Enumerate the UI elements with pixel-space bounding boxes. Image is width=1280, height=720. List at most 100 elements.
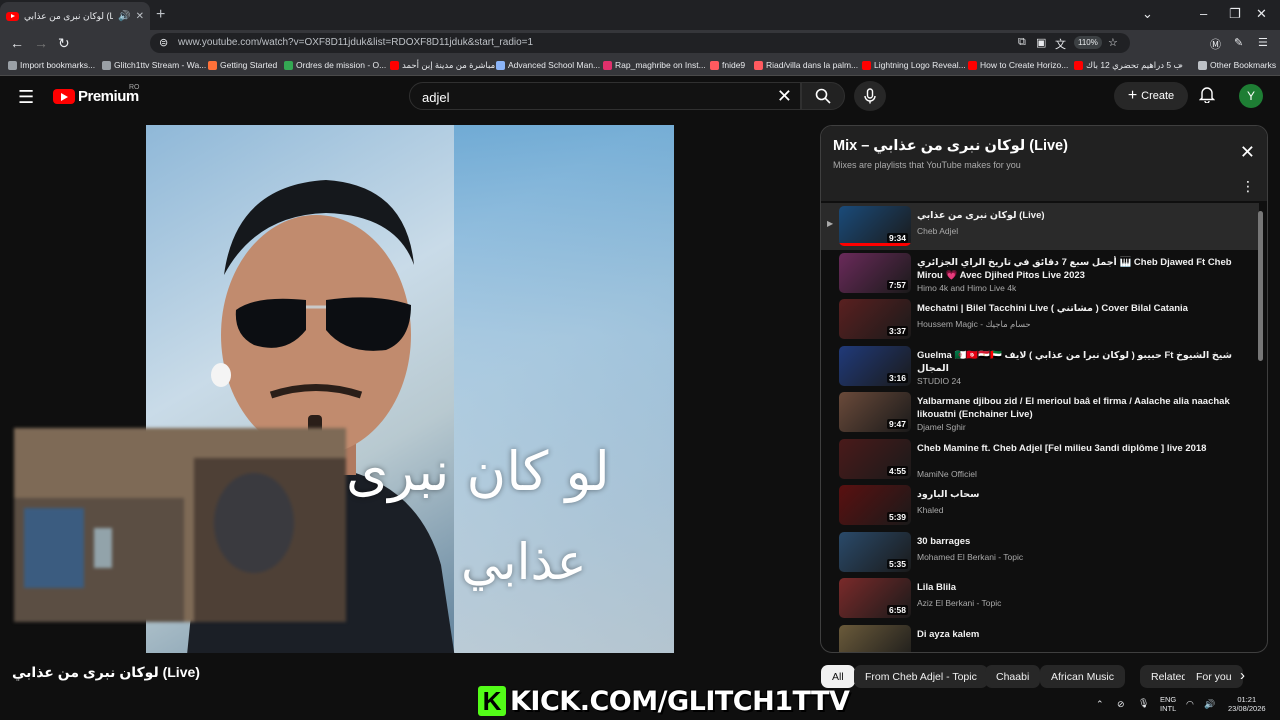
volume-icon[interactable]: 🔊 [1204,699,1215,710]
create-button[interactable]: + Create [1114,82,1188,110]
account-avatar[interactable]: Y [1239,84,1263,108]
youtube-logo-icon[interactable] [53,89,75,104]
chip-from-cheb-adjel[interactable]: From Cheb Adjel - Topic [854,665,988,688]
back-arrow-icon[interactable]: ← [10,35,24,51]
bookmark-ibn-ahmed[interactable]: مباشرة من مدينة إبن أحمد [390,60,495,71]
tab-close-icon[interactable]: ✕ [136,11,144,22]
install-app-icon[interactable]: ⧉ [1018,36,1026,49]
playlist-item-title[interactable]: Mechatni | Bilel Tacchini Live ( مشاتني … [917,302,1247,315]
playlist-item[interactable]: 4:55 Cheb Mamine ft. Cheb Adjel [Fel mili… [821,436,1259,483]
playlist-item[interactable]: 9:47 Yalbarmane djibou zid / El merioul b… [821,389,1259,436]
playlist-item-title[interactable]: أجمل سبع 7 دقائق في تاريخ الراي الجزائري… [917,256,1247,282]
close-icon[interactable]: ✕ [1240,142,1255,163]
search-icon [815,88,831,104]
minimize-icon[interactable]: – [1200,6,1207,21]
video-thumbnail[interactable]: 3:16 [839,345,911,386]
video-thumbnail[interactable]: 7:57 [839,252,911,293]
playlist-scrollbar[interactable] [1258,211,1263,361]
bookmark-bac-12[interactable]: ب 5 دراهيم تحضري 12 باك [1074,60,1182,71]
playlist-item[interactable]: 5:35 30 barrages Mohamed El Berkani - Topi… [821,529,1259,576]
playlist-item-title[interactable]: 30 barrages [917,535,1247,548]
bookmark-star-icon[interactable]: ☆ [1108,36,1118,49]
video-thumbnail[interactable] [839,624,911,652]
playlist-item[interactable]: 7:57 أجمل سبع 7 دقائق في تاريخ الراي الجز… [821,250,1259,297]
playlist-item-title[interactable]: سحاب البارود [917,488,1247,501]
bookmarks-overflow-icon[interactable]: » [1178,60,1183,70]
now-playing-icon: ▶ [827,219,834,228]
video-thumbnail[interactable]: 9:47 [839,392,911,432]
tab-search-chevron-icon[interactable]: ⌄ [1142,6,1153,22]
chip-african-music[interactable]: African Music [1040,665,1126,688]
voice-search-button[interactable] [854,81,886,111]
hamburger-menu-icon[interactable]: ☰ [18,87,34,108]
playlist-item-title[interactable]: Di ayza kalem [917,628,1247,641]
browser-tab-active[interactable]: لوكان نبرى من عذابي (Live) 🔊 ✕ [0,2,150,30]
bookmark-ordres-de-mission[interactable]: Ordres de mission - O... [284,60,386,70]
cast-icon[interactable]: ▣ [1036,36,1046,49]
youtube-favicon-icon [1074,61,1083,70]
playlist-item[interactable]: ▶ 9:34 لوكان نبرى من عذابي (Live) Cheb Adje… [821,203,1259,250]
video-thumbnail[interactable]: 4:55 [839,438,911,479]
zoom-indicator[interactable]: 110% [1074,36,1102,49]
reload-icon[interactable]: ↻ [58,35,70,52]
site-info-icon[interactable]: ⊜ [159,36,168,49]
tray-overflow-chevron-icon[interactable]: ⌃ [1096,699,1104,710]
translate-icon[interactable]: 文 [1055,36,1066,52]
bookmark-how-to-create[interactable]: How to Create Horizo... [968,60,1068,70]
clear-search-icon[interactable]: ✕ [777,86,792,107]
notifications-bell-icon[interactable] [1198,85,1216,108]
video-thumbnail[interactable]: 6:58 [839,578,911,618]
bookmark-advanced-school[interactable]: Advanced School Man... [496,60,600,70]
bookmark-getting-started[interactable]: Getting Started [208,60,277,70]
search-input[interactable]: adjel ✕ [409,82,801,110]
playlist-item-title[interactable]: Cheb Mamine ft. Cheb Adjel [Fel milieu 3… [917,442,1247,455]
language-indicator[interactable]: ENG INTL [1160,695,1176,713]
playlist-item[interactable]: 5:39 سحاب البارود Khaled [821,482,1259,529]
playlist-item-title[interactable]: Guelma 🇩🇿🇹🇳🇪🇬🇦🇪 حبيبو ( لوكان نبرا من عذ… [917,349,1247,375]
playlist-item[interactable]: Di ayza kalem [821,622,1259,652]
browser-menu-icon[interactable]: ☰ [1258,36,1268,49]
playlist-item[interactable]: 6:58 Lila Blila Aziz El Berkani - Topic [821,575,1259,622]
kick-url-text: KICK.COM/GLITCH1TTV [510,685,850,717]
extensions-icon[interactable]: ✎ [1234,36,1243,49]
chip-for-you[interactable]: For you [1185,665,1243,688]
video-thumbnail[interactable]: 9:34 [839,206,911,246]
bookmark-glitch1ttv[interactable]: Glitch1ttv Stream - Wa... [102,60,206,70]
video-duration: 9:47 [886,419,908,429]
bookmark-lightning-logo[interactable]: Lightning Logo Reveal... [862,60,966,70]
search-query[interactable]: adjel [422,90,449,105]
more-vertical-icon[interactable]: ⋮ [1241,178,1255,195]
microphone-tray-icon[interactable]: 🎙 [1138,698,1149,709]
bookmark-riad-villa[interactable]: Riad/villa dans la palm... [754,60,858,70]
bookmark-import[interactable]: Import bookmarks... [8,60,95,70]
playlist-item-title[interactable]: Lila Blila [917,581,1247,594]
profile-m-icon[interactable]: Ⓜ [1210,36,1221,52]
youtube-favicon-icon [862,60,871,70]
search-button[interactable] [801,82,845,110]
playlist-item-title[interactable]: Yalbarmane djibou zid / El merioul baâ e… [917,395,1247,421]
instagram-icon [603,60,612,70]
forward-arrow-icon[interactable]: → [34,35,48,51]
chip-chaabi[interactable]: Chaabi [985,665,1041,688]
other-bookmarks[interactable]: Other Bookmarks [1198,60,1276,70]
speaker-icon[interactable]: 🔊 [118,11,130,22]
taskbar-clock[interactable]: 01:21 23/08/2026 [1228,695,1266,713]
playlist-item[interactable]: 3:16 Guelma 🇩🇿🇹🇳🇪🇬🇦🇪 حبيبو ( لوكان نبرا م… [821,343,1259,390]
window-close-icon[interactable]: ✕ [1256,6,1267,22]
mix-subtitle: Mixes are playlists that YouTube makes f… [833,160,1021,170]
new-tab-button[interactable]: + [156,6,165,24]
video-thumbnail[interactable]: 3:37 [839,299,911,339]
playlist-item-title[interactable]: لوكان نبرى من عذابي (Live) [917,209,1247,222]
video-thumbnail[interactable]: 5:39 [839,485,911,525]
mix-title[interactable]: Mix – لوكان نبرى من عذابي (Live) [833,138,1068,154]
url-text[interactable]: www.youtube.com/watch?v=OXF8D11jduk&list… [178,37,533,48]
video-thumbnail[interactable]: 5:35 [839,531,911,572]
bookmark-fnide9[interactable]: fnide9 [710,60,745,70]
network-icon[interactable]: ⊘ [1117,699,1125,710]
bookmark-rap-maghribe[interactable]: Rap_maghribe on Inst... [603,60,706,70]
maximize-icon[interactable]: ❐ [1229,6,1241,22]
address-bar[interactable]: ⊜ www.youtube.com/watch?v=OXF8D11jduk&li… [150,33,1130,53]
wifi-icon[interactable]: ◠ [1186,699,1194,710]
playlist-item[interactable]: 3:37 Mechatni | Bilel Tacchini Live ( مشا… [821,296,1259,343]
chevron-right-icon[interactable]: › [1240,667,1245,684]
